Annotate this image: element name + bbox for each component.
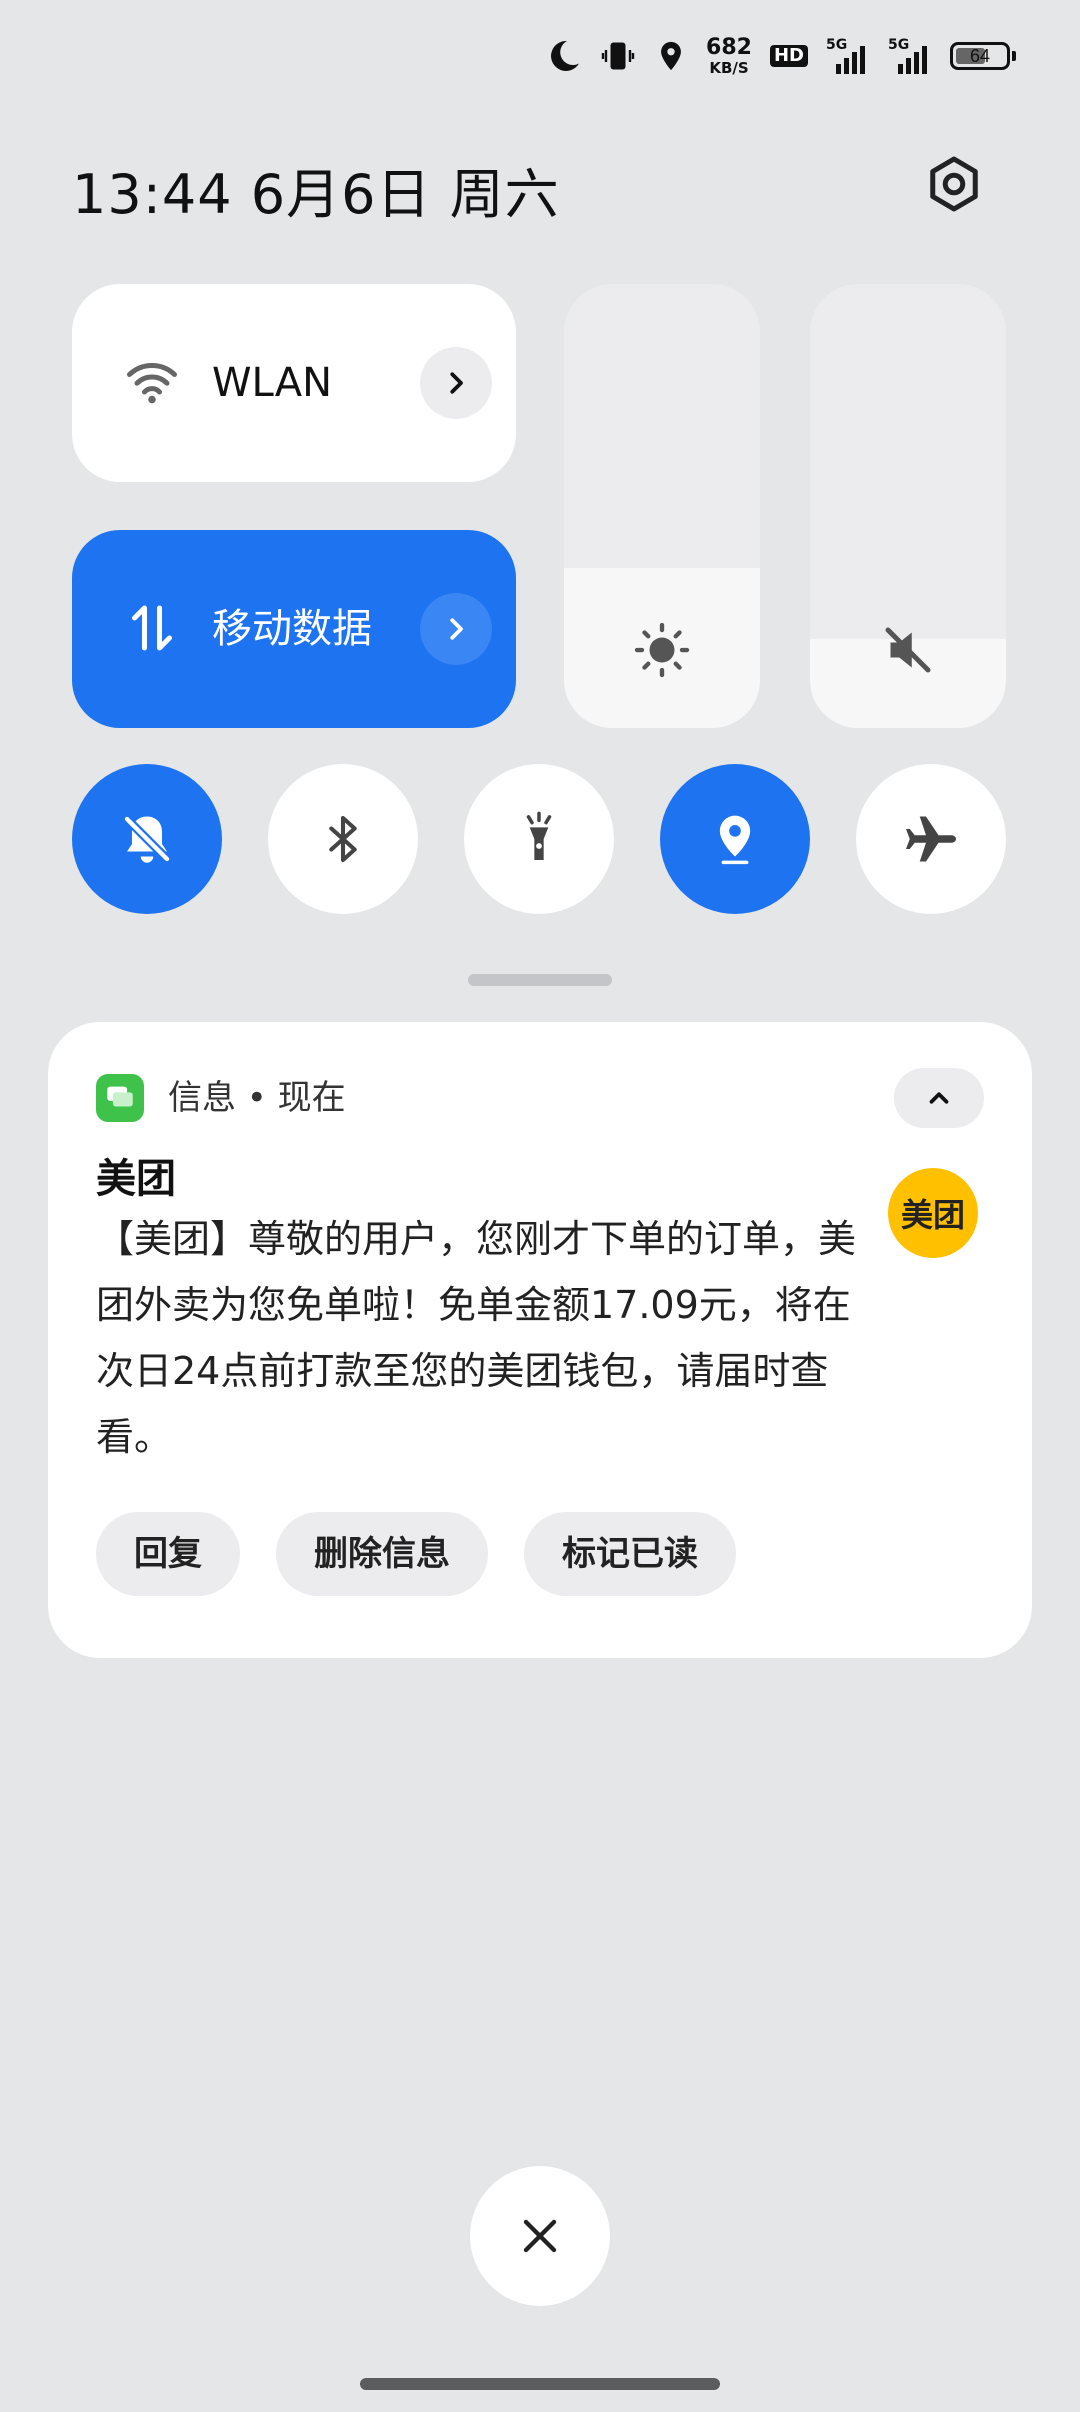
signal-icon: 5G: [888, 38, 932, 74]
hd-icon: HD: [769, 45, 808, 67]
wlan-label: WLAN: [212, 360, 333, 406]
flashlight-icon: [526, 811, 552, 860]
speed-unit: KB/S: [709, 58, 749, 77]
battery-percent: 64: [969, 46, 991, 66]
signal-icon: 5G: [826, 38, 870, 74]
header-datetime: 13:44 6月6日 周六: [72, 163, 560, 226]
mobile-data-tile[interactable]: 移动数据: [72, 530, 516, 728]
location-icon: [654, 38, 688, 74]
bluetooth-icon: [329, 815, 357, 863]
chevron-up-icon: [929, 1092, 949, 1104]
chevron-right-icon: [450, 372, 463, 394]
bell-off-icon: [122, 814, 172, 864]
notification-sender: 美团: [96, 1156, 176, 1202]
location-icon: [719, 815, 751, 865]
sender-avatar: 美团: [888, 1168, 978, 1258]
status-bar: 682 KB/S HD 5G 5G 64: [546, 28, 1016, 84]
speed-value: 682: [706, 34, 752, 60]
wlan-expand-button[interactable]: [420, 347, 492, 419]
mark-read-button[interactable]: 标记已读: [524, 1512, 736, 1596]
notification-message: 【美团】尊敬的用户，您刚才下单的订单，美团外卖为您免单啦！免单金额17.09元，…: [96, 1217, 857, 1459]
mobile-data-label: 移动数据: [212, 606, 372, 652]
speaker-mute-icon: [810, 620, 1006, 680]
notification-app-line: 信息 • 现在: [168, 1078, 346, 1118]
clear-notifications-button[interactable]: [470, 2166, 610, 2306]
network-speed: 682 KB/S: [706, 34, 752, 77]
collapse-button[interactable]: [894, 1068, 984, 1128]
data-arrows-icon: [116, 592, 188, 664]
gear-icon: [930, 156, 978, 212]
delete-message-button[interactable]: 删除信息: [276, 1512, 488, 1596]
panel-drag-handle[interactable]: [468, 974, 612, 986]
airplane-toggle[interactable]: [856, 764, 1006, 914]
airplane-icon: [906, 816, 956, 862]
moon-icon: [546, 38, 582, 74]
brightness-slider[interactable]: [564, 284, 760, 728]
mobile-data-expand-button[interactable]: [420, 593, 492, 665]
close-icon: [523, 2219, 557, 2253]
mute-toggle[interactable]: [72, 764, 222, 914]
notification-card[interactable]: 信息 • 现在 美团 【美团】尊敬的用户，您刚才下单的订单，美团外卖为您免单啦！…: [48, 1022, 1032, 1658]
sun-icon: [564, 620, 760, 680]
vibrate-icon: [600, 38, 636, 74]
location-toggle[interactable]: [660, 764, 810, 914]
wlan-tile[interactable]: WLAN: [72, 284, 516, 482]
volume-slider[interactable]: [810, 284, 1006, 728]
reply-button[interactable]: 回复: [96, 1512, 240, 1596]
home-indicator[interactable]: [360, 2378, 720, 2390]
notification-actions: 回复 删除信息 标记已读: [96, 1512, 736, 1596]
flashlight-toggle[interactable]: [464, 764, 614, 914]
wifi-icon: [116, 346, 188, 418]
battery-icon: 64: [950, 42, 1016, 70]
chevron-right-icon: [450, 618, 463, 640]
bluetooth-toggle[interactable]: [268, 764, 418, 914]
settings-button[interactable]: [918, 148, 990, 220]
messages-app-icon: [96, 1074, 144, 1122]
